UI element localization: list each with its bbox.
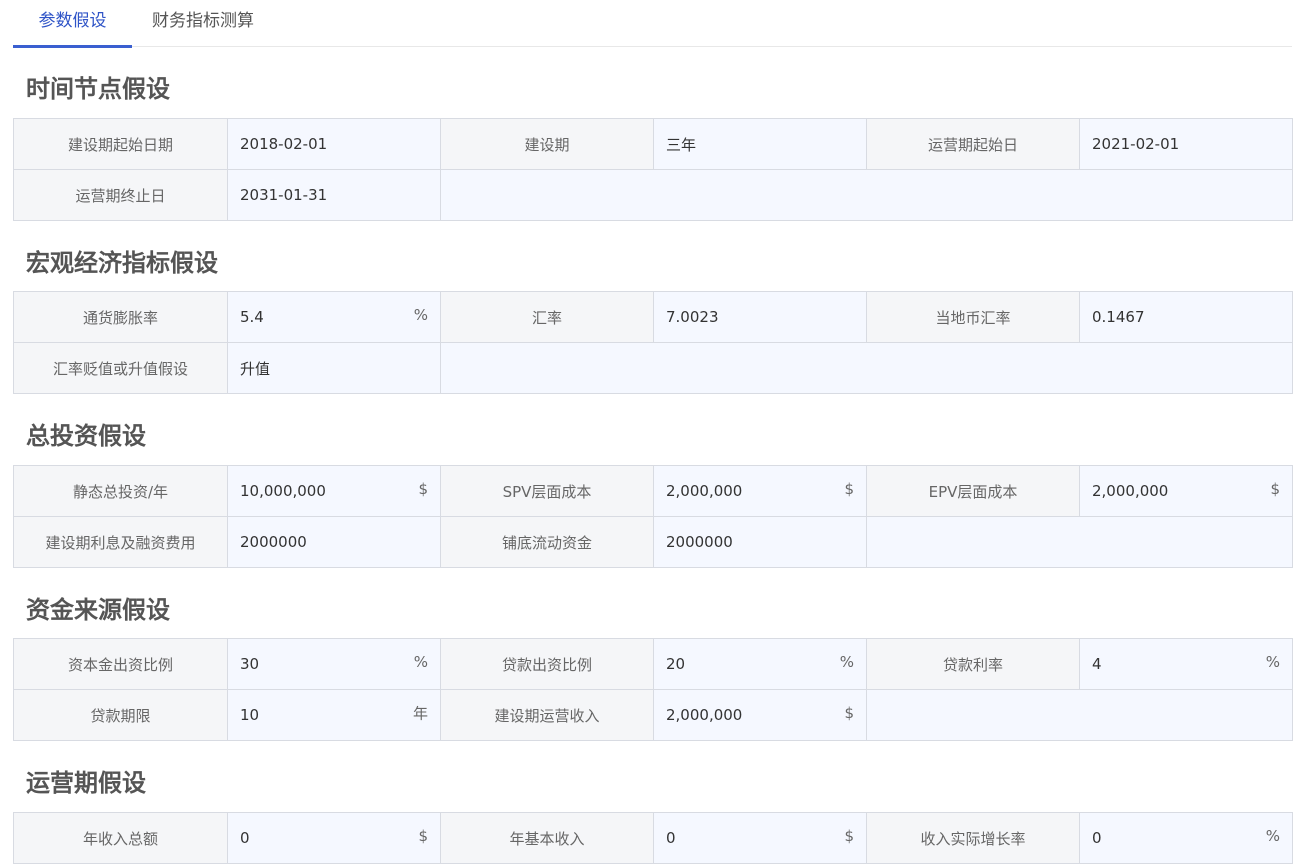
field-value[interactable]: 2,000,000 $: [653, 465, 867, 517]
field-label: 运营期终止日: [13, 169, 228, 221]
unit-label: $: [844, 480, 854, 499]
time-nodes-table: 建设期起始日期 2018-02-01 建设期 三年 运营期起始日 2021-02…: [13, 118, 1293, 221]
funding-sources-table: 资本金出资比例 30% 贷款出资比例 20% 贷款利率 4% 贷款期限 10 年 …: [13, 638, 1293, 741]
table-row: 静态总投资/年 10,000,000 $ SPV层面成本 2,000,000 $ E…: [13, 465, 1293, 517]
field-label: 建设期起始日期: [13, 118, 228, 170]
section-title-time-nodes: 时间节点假设: [26, 75, 170, 103]
field-label: 贷款期限: [13, 689, 228, 741]
field-value[interactable]: 三年: [653, 118, 867, 170]
field-label: 建设期: [440, 118, 654, 170]
field-value[interactable]: 10 年: [227, 689, 441, 741]
field-label: 贷款利率: [866, 638, 1080, 690]
field-value[interactable]: 10,000,000 $: [227, 465, 441, 517]
unit-label: %: [1265, 827, 1280, 846]
section-title-macroeconomic: 宏观经济指标假设: [26, 249, 218, 277]
unit-label: $: [844, 704, 854, 723]
table-row: 年收入总额 0 $ 年基本收入 0 $ 收入实际增长率 0%: [13, 812, 1293, 864]
field-value[interactable]: 2031-01-31: [227, 169, 441, 221]
total-investment-table: 静态总投资/年 10,000,000 $ SPV层面成本 2,000,000 $ E…: [13, 465, 1293, 568]
field-label: 年基本收入: [440, 812, 654, 864]
table-row: 通货膨胀率 5.4% 汇率 7.0023 当地币汇率 0.1467: [13, 291, 1293, 343]
field-label: 汇率贬值或升值假设: [13, 342, 228, 394]
unit-label: $: [418, 480, 428, 499]
section-title-funding-sources: 资金来源假设: [26, 596, 170, 624]
field-value[interactable]: 0 $: [653, 812, 867, 864]
field-label: 收入实际增长率: [866, 812, 1080, 864]
table-row: 汇率贬值或升值假设 升值: [13, 342, 1293, 394]
table-row: 资本金出资比例 30% 贷款出资比例 20% 贷款利率 4%: [13, 638, 1293, 690]
field-label: EPV层面成本: [866, 465, 1080, 517]
empty-cell: [866, 689, 1293, 741]
tab-bar: 参数假设 财务指标测算: [13, 0, 1292, 48]
section-title-operation-period: 运营期假设: [26, 769, 146, 797]
unit-label: %: [413, 306, 428, 325]
unit-label: $: [844, 827, 854, 846]
field-value[interactable]: 2021-02-01: [1079, 118, 1293, 170]
field-label: 建设期运营收入: [440, 689, 654, 741]
unit-label: 年: [412, 704, 428, 723]
table-row: 建设期起始日期 2018-02-01 建设期 三年 运营期起始日 2021-02…: [13, 118, 1293, 170]
field-value[interactable]: 7.0023: [653, 291, 867, 343]
field-label: 静态总投资/年: [13, 465, 228, 517]
field-label: 运营期起始日: [866, 118, 1080, 170]
field-label: 汇率: [440, 291, 654, 343]
field-value[interactable]: 20%: [653, 638, 867, 690]
tab-parameter-assumptions[interactable]: 参数假设: [13, 0, 132, 48]
field-value[interactable]: 2000000: [653, 516, 867, 568]
field-label: 年收入总额: [13, 812, 228, 864]
field-value[interactable]: 0.1467: [1079, 291, 1293, 343]
field-label: 铺底流动资金: [440, 516, 654, 568]
field-value[interactable]: 0 $: [227, 812, 441, 864]
macroeconomic-table: 通货膨胀率 5.4% 汇率 7.0023 当地币汇率 0.1467 汇率贬值或升…: [13, 291, 1293, 394]
field-value[interactable]: 2,000,000 $: [1079, 465, 1293, 517]
field-label: 贷款出资比例: [440, 638, 654, 690]
field-label: SPV层面成本: [440, 465, 654, 517]
field-label: 资本金出资比例: [13, 638, 228, 690]
field-label: 建设期利息及融资费用: [13, 516, 228, 568]
table-row: 建设期利息及融资费用 2000000 铺底流动资金 2000000: [13, 516, 1293, 568]
field-value[interactable]: 4%: [1079, 638, 1293, 690]
empty-cell: [866, 516, 1293, 568]
field-value[interactable]: 30%: [227, 638, 441, 690]
field-value[interactable]: 5.4%: [227, 291, 441, 343]
field-value[interactable]: 2,000,000 $: [653, 689, 867, 741]
unit-label: $: [1270, 480, 1280, 499]
field-value[interactable]: 0%: [1079, 812, 1293, 864]
empty-cell: [440, 342, 1293, 394]
field-value[interactable]: 2000000: [227, 516, 441, 568]
empty-cell: [440, 169, 1293, 221]
unit-label: %: [839, 653, 854, 672]
table-row: 运营期终止日 2031-01-31: [13, 169, 1293, 221]
unit-label: %: [413, 653, 428, 672]
field-label: 当地币汇率: [866, 291, 1080, 343]
operation-period-table: 年收入总额 0 $ 年基本收入 0 $ 收入实际增长率 0%: [13, 812, 1293, 864]
field-value[interactable]: 升值: [227, 342, 441, 394]
unit-label: %: [1265, 653, 1280, 672]
field-value[interactable]: 2018-02-01: [227, 118, 441, 170]
unit-label: $: [418, 827, 428, 846]
field-label: 通货膨胀率: [13, 291, 228, 343]
tab-financial-indicator-calculation[interactable]: 财务指标测算: [149, 0, 257, 47]
table-row: 贷款期限 10 年 建设期运营收入 2,000,000 $: [13, 689, 1293, 741]
section-title-total-investment: 总投资假设: [26, 422, 146, 450]
